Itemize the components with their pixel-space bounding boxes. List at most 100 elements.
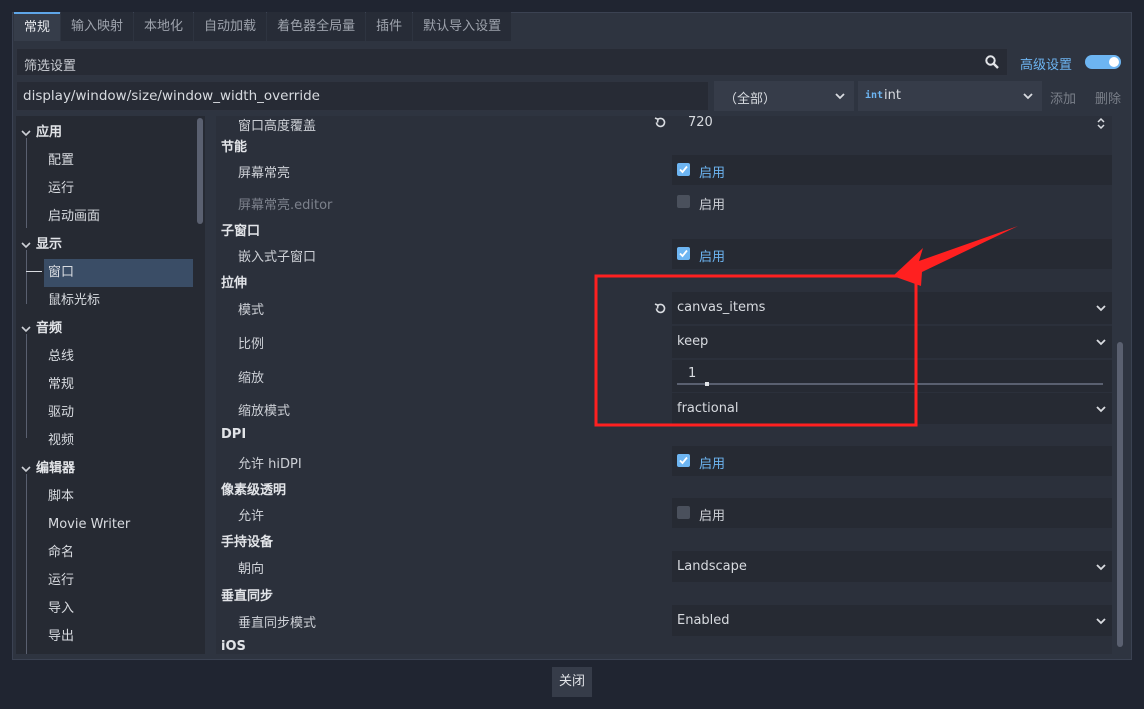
tree-item-import[interactable]: 导入 xyxy=(16,596,193,622)
tree-item-movie-writer[interactable]: Movie Writer xyxy=(16,512,193,538)
search-icon xyxy=(985,55,999,69)
property-value[interactable]: 1 xyxy=(688,366,696,381)
tree-item-naming[interactable]: 命名 xyxy=(16,540,193,566)
tree-item-export[interactable]: 导出 xyxy=(16,624,193,650)
checkbox-label[interactable]: 启用 xyxy=(699,246,725,265)
section-title: 像素级透明 xyxy=(221,483,287,498)
close-button[interactable]: 关闭 xyxy=(552,667,592,697)
reset-icon[interactable] xyxy=(653,116,668,130)
tab-localization[interactable]: 本地化 xyxy=(134,12,194,41)
settings-category-tree: 应用 配置 运行 启动画面 显示 窗口 鼠标光标 音频 总线 常规 驱动 视频 … xyxy=(16,116,205,654)
section-stretch: 拉伸 xyxy=(216,269,1112,291)
tree-item-boot-splash[interactable]: 启动画面 xyxy=(16,204,193,230)
property-row-allow-transparency: 允许 启用 xyxy=(216,498,1112,528)
tab-bar: 常规 输入映射 本地化 自动加载 着色器全局量 插件 默认导入设置 xyxy=(14,12,512,41)
checkbox-label[interactable]: 启用 xyxy=(699,162,725,181)
chevron-down-icon xyxy=(21,326,31,333)
tree-item-driver[interactable]: 驱动 xyxy=(16,400,193,426)
category-dropdown-value: （全部） xyxy=(724,92,777,107)
int-type-icon: int xyxy=(865,90,884,101)
property-row-stretch-mode: 模式 canvas_items xyxy=(216,292,1112,324)
tree-item-config[interactable]: 配置 xyxy=(16,148,193,174)
tree-item-mouse-cursor[interactable]: 鼠标光标 xyxy=(16,288,193,314)
tree-category-audio[interactable]: 音频 xyxy=(16,316,193,342)
tree-label: 音频 xyxy=(36,321,63,336)
property-value[interactable]: 720 xyxy=(688,116,713,130)
property-value[interactable]: canvas_items xyxy=(677,300,765,315)
tree-item-general[interactable]: 常规 xyxy=(16,372,193,398)
property-row-keep-screen-on: 屏幕常亮 启用 xyxy=(216,155,1112,185)
delete-button[interactable]: 删除 xyxy=(1095,88,1121,107)
property-value[interactable]: Enabled xyxy=(677,613,730,628)
checkbox-label[interactable]: 启用 xyxy=(699,194,725,213)
check-icon xyxy=(679,249,688,258)
scale-slider-track[interactable] xyxy=(677,383,1103,385)
property-value[interactable]: fractional xyxy=(677,401,739,416)
property-value[interactable]: Landscape xyxy=(677,559,747,574)
tab-import-defaults[interactable]: 默认导入设置 xyxy=(413,12,512,41)
section-subwindows: 子窗口 xyxy=(216,217,1112,239)
tree-item-video[interactable]: 视频 xyxy=(16,428,193,454)
checkbox[interactable] xyxy=(677,247,690,260)
property-path-input[interactable]: display/window/size/window_width_overrid… xyxy=(16,81,709,111)
checkbox-label[interactable]: 启用 xyxy=(699,505,725,524)
tab-autoload[interactable]: 自动加载 xyxy=(194,12,267,41)
tree-label: 鼠标光标 xyxy=(48,293,101,308)
filter-settings-input[interactable]: 筛选设置 xyxy=(16,48,1008,76)
tree-label: 窗口 xyxy=(48,265,75,280)
section-title: 垂直同步 xyxy=(221,589,274,604)
checkbox[interactable] xyxy=(677,454,690,467)
property-value-bg xyxy=(672,239,1112,269)
reset-icon[interactable] xyxy=(653,301,668,316)
tree-item-run[interactable]: 运行 xyxy=(16,176,193,202)
section-title: 手持设备 xyxy=(221,535,274,550)
tab-plugins[interactable]: 插件 xyxy=(366,12,413,41)
toggle-knob xyxy=(1109,57,1119,67)
tab-general[interactable]: 常规 xyxy=(14,12,61,41)
section-title: iOS xyxy=(221,639,246,654)
tree-item-script[interactable]: 脚本 xyxy=(16,484,193,510)
tree-category-application[interactable]: 应用 xyxy=(16,120,193,146)
category-dropdown[interactable]: （全部） xyxy=(714,81,854,111)
property-value-bg xyxy=(672,155,1112,185)
checkbox[interactable] xyxy=(677,506,690,519)
property-name: 缩放模式 xyxy=(238,404,291,419)
add-button[interactable]: 添加 xyxy=(1050,88,1076,107)
property-value-bg xyxy=(672,360,1112,392)
tab-shader-globals[interactable]: 着色器全局量 xyxy=(267,12,366,41)
type-dropdown-value: int xyxy=(884,88,901,103)
tab-input-map[interactable]: 输入映射 xyxy=(61,12,134,41)
sidebar-scrollbar[interactable] xyxy=(197,118,203,224)
chevron-down-icon[interactable] xyxy=(1095,336,1107,348)
tree-item-buses[interactable]: 总线 xyxy=(16,344,193,370)
checkbox[interactable] xyxy=(677,195,690,208)
tree-category-display[interactable]: 显示 xyxy=(16,232,193,258)
tree-label: 编辑器 xyxy=(36,461,76,476)
advanced-settings-toggle[interactable] xyxy=(1085,55,1121,69)
inspector-scrollbar[interactable] xyxy=(1117,342,1123,647)
property-name: 窗口高度覆盖 xyxy=(238,119,317,134)
chevron-down-icon[interactable] xyxy=(1095,302,1107,314)
spinbox-arrows-icon[interactable] xyxy=(1095,117,1107,129)
scale-slider-grabber[interactable] xyxy=(705,382,709,386)
property-row-vsync-mode: 垂直同步模式 Enabled xyxy=(216,605,1112,637)
property-value[interactable]: keep xyxy=(677,334,708,349)
property-path-value: display/window/size/window_width_overrid… xyxy=(23,88,320,104)
section-vsync: 垂直同步 xyxy=(216,582,1112,604)
type-dropdown[interactable]: int int xyxy=(858,81,1042,111)
checkbox[interactable] xyxy=(677,163,690,176)
tree-item-window[interactable]: 窗口 xyxy=(44,259,193,287)
check-icon xyxy=(679,456,688,465)
tree-item-run[interactable]: 运行 xyxy=(16,568,193,594)
chevron-down-icon[interactable] xyxy=(1095,403,1107,415)
property-value-bg xyxy=(672,326,1112,358)
tree-label: 导入 xyxy=(48,601,75,616)
chevron-down-icon xyxy=(21,130,31,137)
section-handheld: 手持设备 xyxy=(216,528,1112,550)
checkbox-label[interactable]: 启用 xyxy=(699,453,725,472)
chevron-down-icon[interactable] xyxy=(1095,615,1107,627)
tree-label: Movie Writer xyxy=(48,517,131,532)
section-energy-saving: 节能 xyxy=(216,133,1112,155)
chevron-down-icon[interactable] xyxy=(1095,561,1107,573)
tree-category-editor[interactable]: 编辑器 xyxy=(16,456,193,482)
